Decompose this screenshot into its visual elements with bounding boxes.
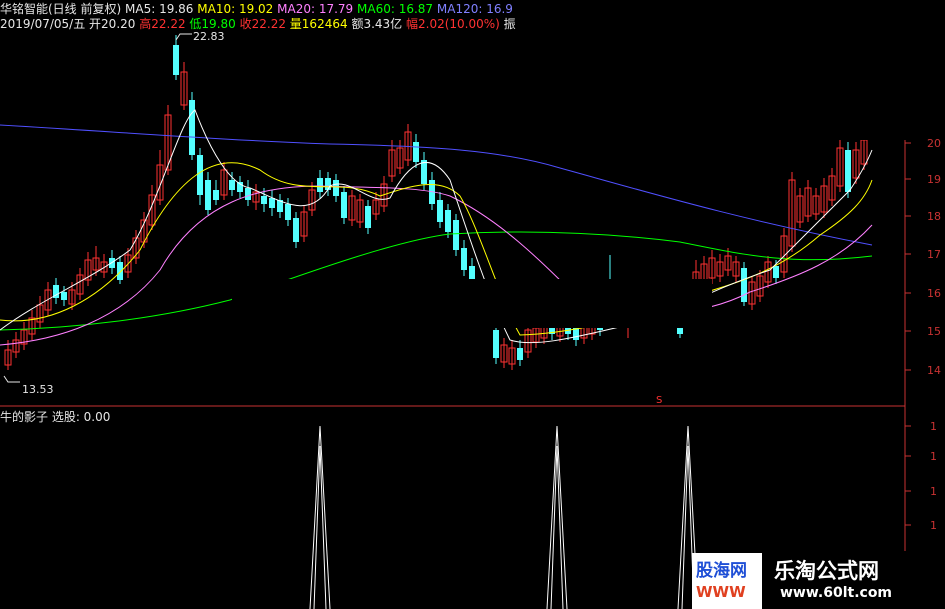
ma120-value: MA120: 16.9	[436, 2, 513, 16]
indicator-spikes	[309, 425, 699, 609]
candle-body-down	[741, 268, 747, 302]
candle-body-down	[517, 348, 523, 360]
candle-body-down	[365, 206, 371, 228]
watermark-guhai-title: 股海网	[696, 561, 747, 581]
candle-body-down	[213, 190, 219, 200]
quote-amount: 额3.43亿	[351, 17, 403, 31]
redacted-area-top	[534, 0, 945, 140]
candle-body-down	[469, 266, 475, 280]
candle-body-down	[453, 220, 459, 250]
low-price-tag: 13.53	[22, 383, 54, 396]
candle-body-down	[413, 142, 419, 162]
candle-body-down	[341, 192, 347, 218]
candle-body-down	[293, 218, 299, 242]
indicator-spike-inner	[313, 445, 327, 609]
ma60-value: MA60: 16.87	[357, 2, 434, 16]
price-tick: 19	[927, 173, 941, 186]
candle-body-down	[261, 196, 267, 204]
price-tick: 15	[927, 325, 941, 338]
quote-low: 低19.80	[189, 17, 236, 31]
candle-body-down	[845, 150, 851, 192]
high-price-tag: 22.83	[193, 30, 225, 43]
price-tick: 18	[927, 210, 941, 223]
watermark-letao-title: 乐淘公式网	[774, 559, 879, 583]
candle-body-down	[197, 155, 203, 195]
high-tag-leader	[175, 33, 192, 41]
candle-body-down	[61, 292, 67, 300]
indicator-spike-inner	[550, 445, 564, 609]
price-tick: 14	[927, 364, 941, 377]
panel-frame	[0, 140, 911, 609]
ma20-value: MA20: 17.79	[277, 2, 354, 16]
candle-body-down	[109, 258, 115, 268]
quote-date: 2019/07/05/五	[0, 17, 86, 31]
quote-close: 收22.22	[239, 17, 286, 31]
header-line-ma: 华铭智能(日线 前复权) MA5: 19.86 MA10: 19.02 MA20…	[0, 2, 513, 16]
candle-body-down	[317, 178, 323, 192]
quote-high: 高22.22	[139, 17, 186, 31]
candle-body-down	[245, 188, 251, 200]
price-tick: 16	[927, 287, 941, 300]
redacted-area-middle	[232, 279, 712, 328]
low-tag-leader	[3, 375, 20, 383]
watermark-letao-url: www.60lt.com	[780, 585, 893, 601]
quote-volume: 量162464	[289, 17, 348, 31]
candle-body-down	[493, 330, 499, 358]
candle-body-down	[285, 204, 291, 220]
stock-title: 华铭智能(日线 前复权)	[0, 2, 122, 16]
candle-body-down	[437, 200, 443, 222]
watermark-guhai: 股海网 WWW	[692, 553, 762, 609]
ma5-value: MA5: 19.86	[125, 2, 194, 16]
price-tick: 20	[927, 137, 941, 150]
indicator-label: 牛的影子 选股: 0.00	[0, 410, 111, 424]
ma10-value: MA10: 19.02	[197, 2, 274, 16]
candle-body-down	[773, 266, 779, 278]
indicator-tick: 1	[930, 485, 937, 498]
watermark-letao: 乐淘公式网 www.60lt.com	[762, 551, 945, 609]
candle-body-down	[461, 248, 467, 270]
signal-marker: S	[656, 395, 663, 406]
candle-body-down	[333, 180, 339, 196]
indicator-tick: 1	[930, 420, 937, 433]
header-line-quote: 2019/07/05/五 开20.20 高22.22 低19.80 收22.22…	[0, 17, 516, 31]
candle-body-down	[229, 180, 235, 190]
candle-body-down	[421, 160, 427, 184]
candle-body-down	[325, 178, 331, 190]
candle-body-down	[205, 180, 211, 210]
watermark-guhai-url: WWW	[696, 583, 746, 601]
stock-chart-window: 华铭智能(日线 前复权) MA5: 19.86 MA10: 19.02 MA20…	[0, 0, 945, 609]
candle-body-down	[445, 210, 451, 232]
candle-body-down	[189, 100, 195, 155]
indicator-tick: 1	[930, 450, 937, 463]
quote-trail: 振	[503, 17, 516, 31]
price-tick: 17	[927, 248, 941, 261]
candle-body-down	[269, 198, 275, 208]
quote-change: 幅2.02(10.00%)	[406, 17, 500, 31]
indicator-tick: 1	[930, 519, 937, 532]
quote-open: 开20.20	[89, 17, 136, 31]
candle-body-down	[117, 262, 123, 280]
candle-body-down	[173, 45, 179, 75]
